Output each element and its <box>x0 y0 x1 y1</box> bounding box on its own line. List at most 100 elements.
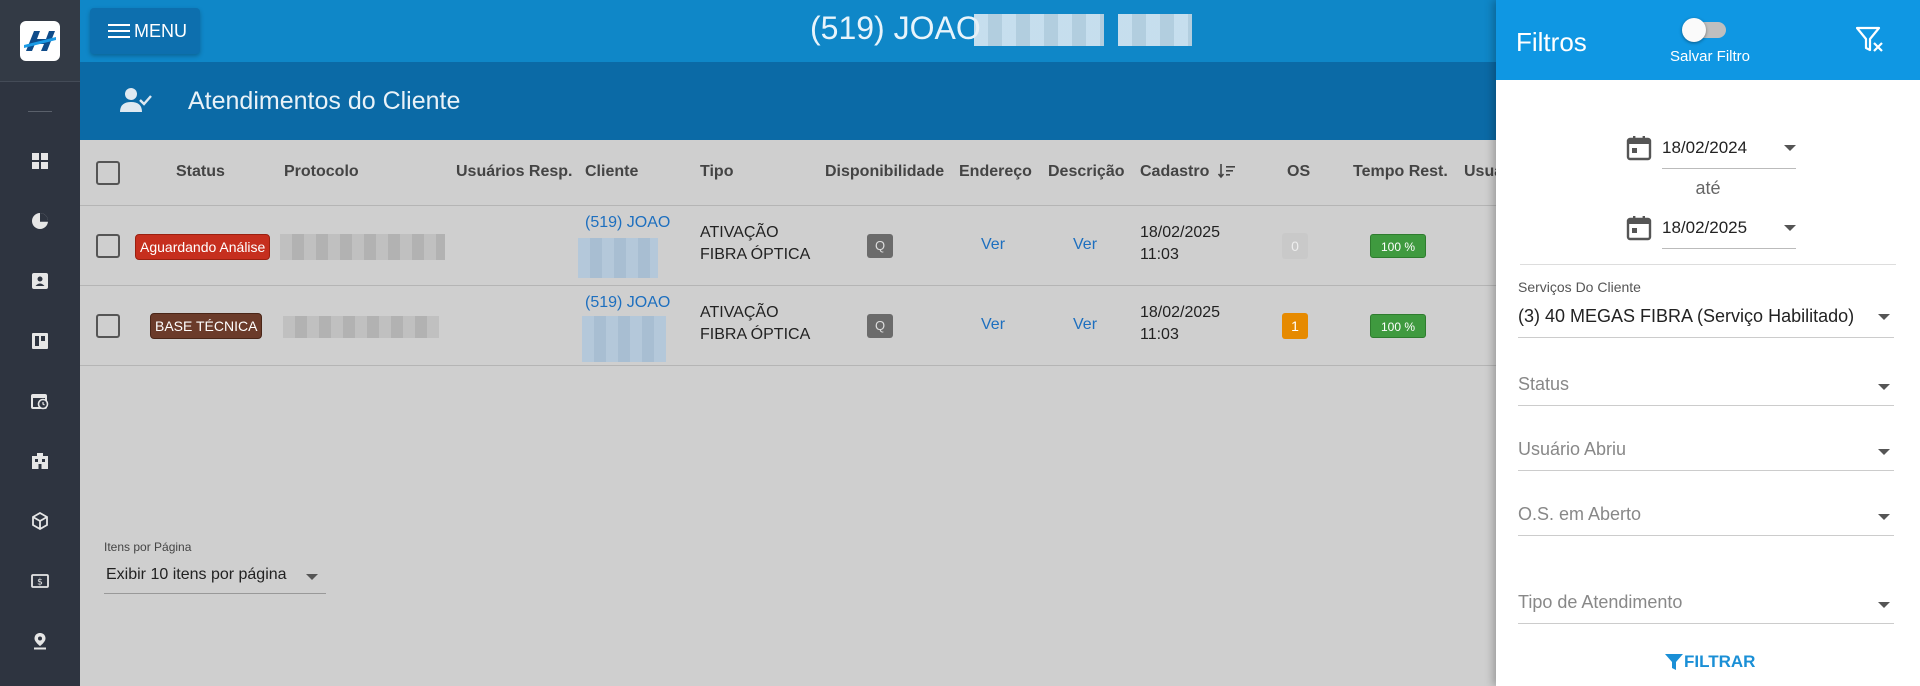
filter-panel-title: Filtros <box>1516 27 1587 57</box>
header-cadastro[interactable]: Cadastro <box>1140 163 1236 181</box>
os-em-aberto-select[interactable]: O.S. em Aberto <box>1518 496 1894 536</box>
package-icon[interactable] <box>28 509 52 533</box>
cadastro-time: 11:03 <box>1140 246 1179 263</box>
chevron-down-icon <box>1878 602 1890 608</box>
sidebar: $ <box>0 0 80 686</box>
sort-icon[interactable] <box>1217 163 1236 179</box>
filter-icon <box>1665 654 1683 670</box>
table-row[interactable]: BASE TÉCNICA (519) JOAO ATIVAÇÃO FIBRA Ó… <box>80 286 1496 366</box>
redacted-client-surname <box>1118 14 1192 46</box>
menu-button-label: MENU <box>134 20 187 41</box>
logo[interactable] <box>20 21 60 61</box>
section-header: Atendimentos do Cliente <box>80 62 1496 140</box>
row-checkbox[interactable] <box>96 234 120 258</box>
tipo-line2: FIBRA ÓPTICA <box>700 326 811 343</box>
chevron-down-icon <box>1784 225 1796 231</box>
select-all-checkbox[interactable] <box>96 161 120 185</box>
cadastro-date: 18/02/2025 <box>1140 224 1221 241</box>
filtrar-label: FILTRAR <box>1684 652 1756 671</box>
cliente-link[interactable]: (519) JOAO <box>585 212 670 234</box>
header-disponibilidade[interactable]: Disponibilidade <box>825 163 944 181</box>
header-os[interactable]: OS <box>1287 163 1310 181</box>
redacted-protocolo <box>280 234 445 260</box>
header-usuarios-resp[interactable]: Usuários Resp. <box>456 163 572 181</box>
status-select[interactable]: Status <box>1518 366 1894 406</box>
os-count-badge[interactable]: 1 <box>1282 313 1308 339</box>
tempo-restante-badge: 100 % <box>1370 314 1426 338</box>
filter-panel: Filtros Salvar Filtro 18/02/2024 até 18/… <box>1496 0 1920 686</box>
map-pin-icon[interactable] <box>28 629 52 653</box>
redacted-cliente-name <box>582 316 666 362</box>
sidebar-divider <box>28 111 52 112</box>
redacted-cliente-name <box>578 238 658 278</box>
pager-label: Itens por Página <box>104 540 192 554</box>
client-title: (519) JOAO <box>810 10 981 46</box>
endereco-link[interactable]: Ver <box>981 234 1005 256</box>
cliente-link[interactable]: (519) JOAO <box>585 292 670 314</box>
filter-panel-header: Filtros Salvar Filtro <box>1496 0 1920 80</box>
header-cliente[interactable]: Cliente <box>585 163 638 181</box>
descricao-link[interactable]: Ver <box>1073 234 1097 256</box>
save-filter-label: Salvar Filtro <box>1670 48 1751 65</box>
chevron-down-icon <box>1878 514 1890 520</box>
redacted-protocolo <box>283 316 439 338</box>
date-from-value: 18/02/2024 <box>1662 138 1748 157</box>
header-cadastro-label: Cadastro <box>1140 163 1210 180</box>
tipo-line1: ATIVAÇÃO <box>700 304 779 321</box>
row-checkbox[interactable] <box>96 314 120 338</box>
top-bar: MENU (519) JOAO <box>80 0 1496 62</box>
menu-button[interactable]: MENU <box>90 8 200 54</box>
svg-text:$: $ <box>37 578 43 588</box>
calendar-icon[interactable] <box>1626 215 1652 241</box>
calendar-clock-icon[interactable] <box>28 389 52 413</box>
disponibilidade-badge[interactable]: Q <box>867 314 893 338</box>
items-per-page-select[interactable]: Exibir 10 itens por página <box>104 558 326 594</box>
descricao-link[interactable]: Ver <box>1073 314 1097 336</box>
date-to-input[interactable]: 18/02/2025 <box>1662 205 1796 249</box>
header-protocolo[interactable]: Protocolo <box>284 163 359 181</box>
header-endereco[interactable]: Endereço <box>959 163 1032 181</box>
date-between-label: até <box>1695 178 1721 198</box>
user-check-icon <box>120 86 152 119</box>
chevron-down-icon <box>1784 145 1796 151</box>
date-from-input[interactable]: 18/02/2024 <box>1662 125 1796 169</box>
os-count-badge[interactable]: 0 <box>1282 233 1308 259</box>
cadastro-date: 18/02/2025 <box>1140 304 1221 321</box>
filter-clear-icon[interactable] <box>1855 26 1886 59</box>
servicos-value: (3) 40 MEGAS FIBRA (Serviço Habilitado) <box>1518 306 1855 326</box>
endereco-link[interactable]: Ver <box>981 314 1005 336</box>
chevron-down-icon <box>1878 314 1890 320</box>
tipo-atendimento-select[interactable]: Tipo de Atendimento <box>1518 584 1894 624</box>
cadastro-time: 11:03 <box>1140 326 1179 343</box>
header-status[interactable]: Status <box>176 163 225 181</box>
os-em-aberto-placeholder: O.S. em Aberto <box>1518 504 1642 524</box>
header-descricao[interactable]: Descrição <box>1048 163 1125 181</box>
pie-chart-icon[interactable] <box>28 209 52 233</box>
building-icon[interactable] <box>28 449 52 473</box>
chevron-down-icon <box>306 574 318 580</box>
contact-card-icon[interactable] <box>28 269 52 293</box>
status-badge: BASE TÉCNICA <box>150 313 263 339</box>
page-title: Atendimentos do Cliente <box>188 87 461 115</box>
usuario-abriu-select[interactable]: Usuário Abriu <box>1518 431 1894 471</box>
tempo-restante-badge: 100 % <box>1370 234 1426 258</box>
hamburger-icon <box>108 23 130 39</box>
dashboard-icon[interactable] <box>28 149 52 173</box>
board-icon[interactable] <box>28 329 52 353</box>
date-to-value: 18/02/2025 <box>1662 218 1748 237</box>
calendar-icon[interactable] <box>1626 135 1652 161</box>
servicos-select[interactable]: (3) 40 MEGAS FIBRA (Serviço Habilitado) <box>1518 298 1894 338</box>
header-tempo-rest[interactable]: Tempo Rest. <box>1353 163 1448 181</box>
disponibilidade-badge[interactable]: Q <box>867 234 893 258</box>
tipo-line1: ATIVAÇÃO <box>700 224 779 241</box>
save-filter-toggle-knob[interactable] <box>1682 18 1706 42</box>
table-row[interactable]: Aguardando Análise (519) JOAO ATIVAÇÃO F… <box>80 206 1496 286</box>
filtrar-button[interactable]: FILTRAR <box>1664 652 1755 672</box>
header-tipo[interactable]: Tipo <box>700 163 733 181</box>
tipo-atendimento-placeholder: Tipo de Atendimento <box>1518 592 1683 612</box>
servicos-label: Serviços Do Cliente <box>1518 279 1641 295</box>
tipo-line2: FIBRA ÓPTICA <box>700 246 811 263</box>
chevron-down-icon <box>1878 384 1890 390</box>
attendance-table: Status Protocolo Usuários Resp. Cliente … <box>80 140 1503 686</box>
money-icon[interactable]: $ <box>28 569 52 593</box>
